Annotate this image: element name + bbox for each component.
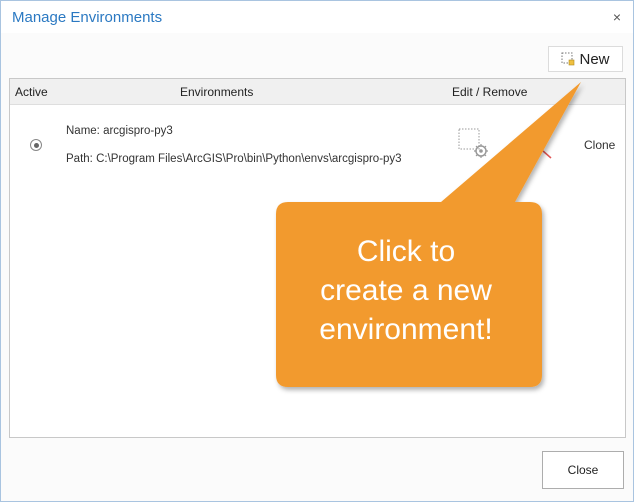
title-bar: Manage Environments × (1, 1, 633, 33)
environment-name: Name: arcgispro-py3 (66, 125, 173, 137)
close-icon[interactable]: × (613, 9, 621, 25)
new-button-label: New (579, 50, 610, 68)
remove-icon[interactable] (542, 145, 552, 159)
column-header-environments: Environments (180, 85, 254, 99)
new-environment-button[interactable]: New (548, 46, 623, 72)
environment-path: Path: C:\Program Files\ArcGIS\Pro\bin\Py… (66, 153, 402, 165)
table-header: Active Environments Edit / Remove (10, 79, 625, 105)
callout-line: create a new (320, 274, 492, 307)
callout-line: environment! (319, 313, 493, 346)
table-row[interactable]: Name: arcgispro-py3 Path: C:\Program Fil… (10, 105, 625, 171)
column-header-edit-remove: Edit / Remove (452, 85, 528, 99)
clone-button[interactable]: Clone (584, 138, 615, 152)
new-environment-icon (561, 52, 575, 66)
name-value: arcgispro-py3 (103, 125, 173, 137)
active-radio[interactable] (30, 139, 42, 151)
name-label: Name: (66, 125, 100, 137)
close-button[interactable]: Close (542, 451, 624, 489)
callout-text: Click to create a new environment! (278, 232, 534, 349)
path-label: Path: (66, 153, 93, 165)
path-value: C:\Program Files\ArcGIS\Pro\bin\Python\e… (96, 153, 402, 165)
callout-line: Click to (356, 235, 456, 268)
dialog-title: Manage Environments (12, 9, 163, 26)
edit-environment-icon[interactable] (457, 127, 489, 159)
column-header-active: Active (15, 85, 48, 99)
